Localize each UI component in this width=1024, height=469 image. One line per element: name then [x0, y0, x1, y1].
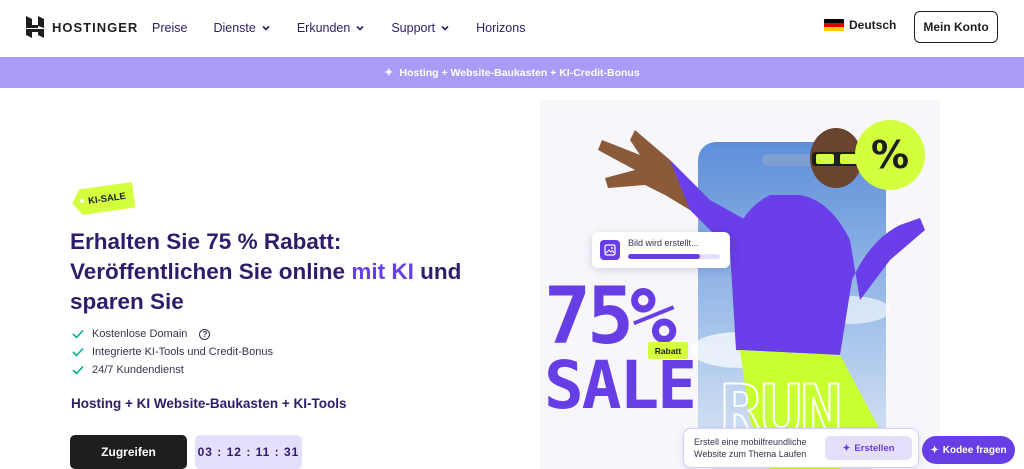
help-icon[interactable]: ? — [199, 328, 211, 340]
language-label: Deutsch — [849, 18, 897, 32]
header: HOSTINGER Preise Dienste Erkunden Suppor… — [0, 0, 1024, 56]
create-label: Erstellen — [854, 442, 895, 454]
sparkle-icon: ✦ — [384, 67, 394, 79]
glasses-lens — [816, 154, 834, 164]
feature-label: Kostenlose Domain — [92, 328, 188, 340]
sparkle-icon: ✦ — [930, 444, 939, 456]
my-account-button[interactable]: Mein Konto — [914, 11, 998, 43]
list-item: Kostenlose Domain ? — [72, 325, 273, 343]
ask-kodee-button[interactable]: ✦ Kodee fragen — [922, 436, 1015, 464]
list-item: 24/7 Kundendienst — [72, 361, 273, 379]
rabatt-label: Rabatt — [648, 342, 688, 359]
main-nav: Preise Dienste Erkunden Support Horizons — [152, 0, 551, 56]
progress-fill — [628, 254, 700, 259]
nav-item-support[interactable]: Support — [391, 21, 450, 35]
generating-label: Bild wird erstellt... — [628, 238, 699, 248]
title-highlight: mit KI — [351, 259, 414, 284]
progress-bar — [628, 254, 720, 259]
logo[interactable]: HOSTINGER — [26, 16, 138, 38]
prompt-text[interactable]: Erstell eine mobilfreundliche Website zu… — [694, 436, 824, 460]
percent-badge-text: % — [871, 133, 909, 177]
ki-sale-badge: KI-SALE — [70, 182, 135, 216]
nav-label: Horizons — [476, 21, 526, 35]
countdown-timer: 03 : 12 : 11 : 31 — [195, 435, 302, 469]
sale-text: SALE — [544, 347, 697, 424]
hero-title: Erhalten Sie 75 % Rabatt: Veröffentliche… — [70, 227, 490, 317]
list-item: Integrierte KI-Tools und Credit-Bonus — [72, 343, 273, 361]
image-icon — [600, 240, 620, 260]
nav-item-dienste[interactable]: Dienste — [213, 21, 270, 35]
nav-label: Erkunden — [296, 21, 351, 35]
sparkle-icon: ✦ — [842, 442, 851, 454]
language-selector[interactable]: Deutsch — [824, 18, 896, 32]
check-icon — [72, 347, 84, 357]
chevron-down-icon — [441, 25, 449, 31]
check-icon — [72, 329, 84, 339]
nav-label: Preise — [152, 21, 188, 35]
feature-list: Kostenlose Domain ? Integrierte KI-Tools… — [72, 325, 273, 379]
image-generating-card: Bild wird erstellt... — [592, 232, 730, 268]
nav-item-preise[interactable]: Preise — [152, 21, 187, 35]
hostinger-logo-icon — [26, 16, 44, 38]
logo-text: HOSTINGER — [52, 19, 139, 35]
nav-label: Dienste — [213, 21, 256, 35]
nav-item-erkunden[interactable]: Erkunden — [297, 21, 366, 35]
nav-label: Support — [391, 21, 436, 35]
title-part1: Erhalten Sie 75 % Rabatt: Veröffentliche… — [70, 229, 352, 284]
access-button[interactable]: Zugreifen — [70, 435, 187, 469]
german-flag-icon — [824, 18, 844, 32]
badge-label: KI-SALE — [87, 190, 127, 207]
chat-label: Kodee fragen — [942, 444, 1007, 456]
promo-text: Hosting + Website-Baukasten + KI-Credit-… — [399, 66, 640, 79]
feature-label: Integrierte KI-Tools und Credit-Bonus — [92, 346, 273, 358]
chevron-down-icon — [356, 25, 364, 31]
ai-prompt-widget[interactable]: Erstell eine mobilfreundliche Website zu… — [683, 428, 919, 468]
create-button[interactable]: ✦ Erstellen — [825, 436, 912, 460]
feature-label: 24/7 Kundendienst — [92, 364, 184, 376]
chevron-down-icon — [262, 25, 270, 31]
promo-bar[interactable]: ✦ Hosting + Website-Baukasten + KI-Credi… — [0, 57, 1024, 88]
check-icon — [72, 365, 84, 375]
nav-item-horizons[interactable]: Horizons — [476, 21, 525, 35]
hero-subheading: Hosting + KI Website-Baukasten + KI-Tool… — [71, 396, 347, 411]
